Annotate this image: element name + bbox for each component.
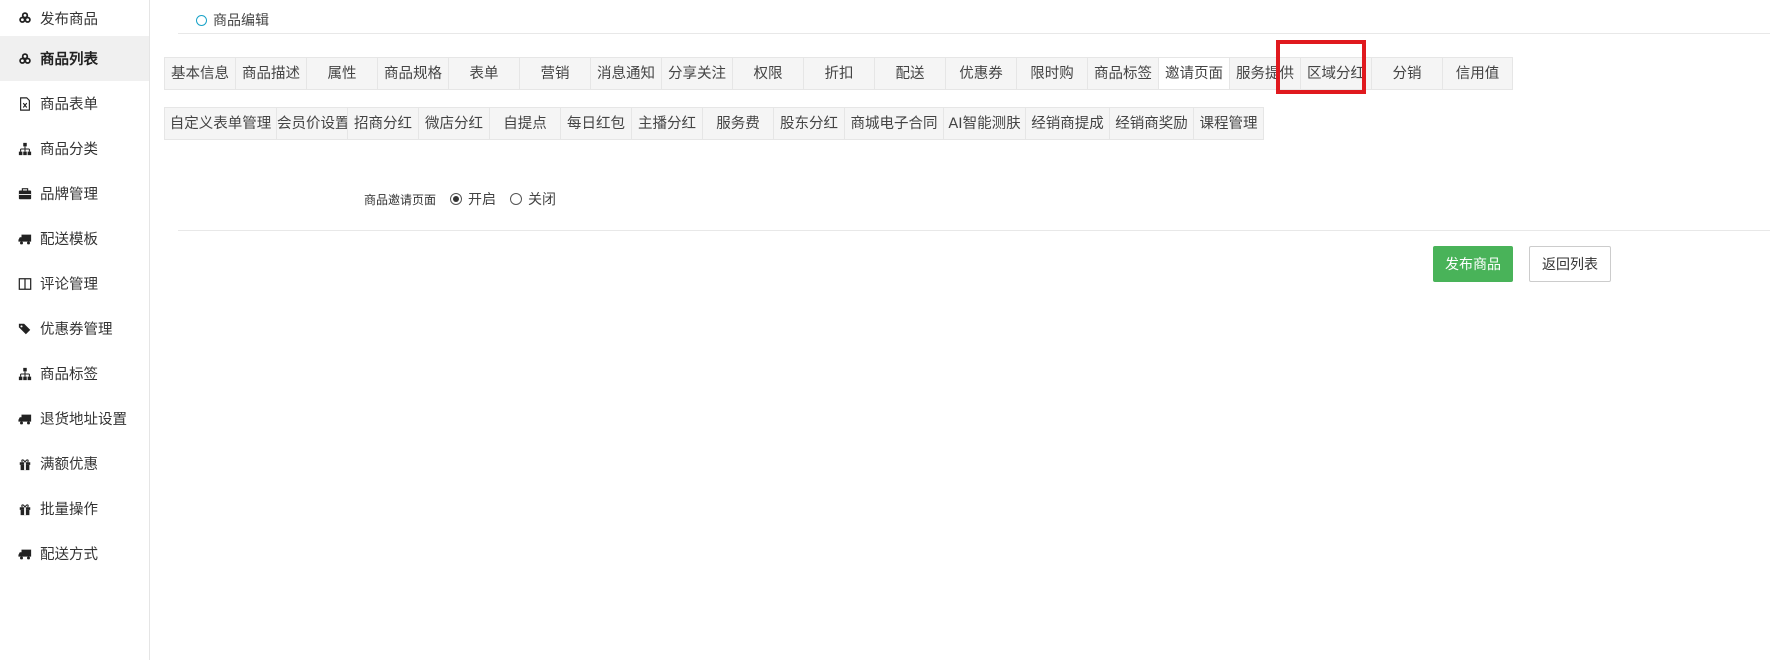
- radio-checked-icon[interactable]: [450, 193, 463, 205]
- sidebar: 发布商品商品列表商品表单商品分类品牌管理配送模板评论管理优惠券管理商品标签退货地…: [0, 0, 150, 660]
- gift-icon: [16, 502, 34, 516]
- sidebar-item-label: 优惠券管理: [40, 322, 113, 338]
- radio-disable[interactable]: 关闭: [510, 189, 556, 209]
- breadcrumb-divider: [178, 33, 1770, 34]
- sidebar-item-label: 退货地址设置: [40, 412, 127, 428]
- tab-tabs_row2-5[interactable]: 每日红包: [560, 107, 631, 140]
- tab-tabs_row2-3[interactable]: 微店分红: [418, 107, 489, 140]
- sidebar-item-label: 商品列表: [40, 52, 98, 68]
- sidebar-item[interactable]: 批量操作: [0, 486, 149, 531]
- sidebar-item[interactable]: 商品表单: [0, 81, 149, 126]
- tab-tabs_row2-1[interactable]: 会员价设置: [276, 107, 350, 140]
- file-excel-icon: [16, 96, 34, 111]
- tab-tabs_row1-12[interactable]: 限时购: [1016, 57, 1087, 90]
- sidebar-item[interactable]: 商品列表: [0, 36, 149, 81]
- tab-tabs_row1-13[interactable]: 商品标签: [1087, 57, 1158, 90]
- radio-enable[interactable]: 开启: [450, 189, 496, 209]
- sidebar-item[interactable]: 评论管理: [0, 261, 149, 306]
- tab-tabs_row1-4[interactable]: 表单: [448, 57, 519, 90]
- tab-tabs_row1-9[interactable]: 折扣: [803, 57, 874, 90]
- tab-tabs_row2-11[interactable]: 经销商提成: [1025, 107, 1109, 140]
- sidebar-item[interactable]: 商品标签: [0, 351, 149, 396]
- invite-page-label: 商品邀请页面: [364, 192, 437, 207]
- tab-tabs_row2-7[interactable]: 服务费: [702, 107, 773, 140]
- sidebar-item[interactable]: 发布商品: [0, 0, 149, 36]
- sitemap-icon: [16, 142, 34, 156]
- tab-tabs_row2-12[interactable]: 经销商奖励: [1109, 107, 1193, 140]
- tab-tabs_row1-15[interactable]: 服务提供: [1229, 57, 1300, 90]
- sidebar-item-label: 品牌管理: [40, 187, 98, 203]
- sidebar-item[interactable]: 商品分类: [0, 126, 149, 171]
- tab-tabs_row1-1[interactable]: 商品描述: [235, 57, 306, 90]
- tab-tabs_row1-11[interactable]: 优惠券: [945, 57, 1016, 90]
- breadcrumb-label: 商品编辑: [213, 13, 269, 29]
- tab-tabs_row2-13[interactable]: 课程管理: [1193, 107, 1264, 140]
- sidebar-item-label: 配送模板: [40, 232, 98, 248]
- publish-button[interactable]: 发布商品: [1433, 246, 1513, 282]
- sidebar-item-label: 配送方式: [40, 547, 98, 563]
- breadcrumb: 商品编辑: [196, 10, 269, 30]
- gift-icon: [16, 457, 34, 471]
- tab-tabs_row1-8[interactable]: 权限: [732, 57, 803, 90]
- sidebar-item[interactable]: 退货地址设置: [0, 396, 149, 441]
- form-divider: [178, 230, 1770, 231]
- tab-bar-row-1: 基本信息 商品描述 属性 商品规格 表单 营销 消息通知 分享关注 权限 折扣 配送 优惠券 限时购 商品…: [164, 57, 1513, 90]
- main-content: 商品编辑 基本信息 商品描述 属性 商品规格 表单 营销 消息通知 分享关注 权限 折扣 配送 优惠券…: [150, 0, 1770, 660]
- columns-icon: [16, 277, 34, 291]
- sidebar-item[interactable]: 配送模板: [0, 216, 149, 261]
- tab-tabs_row1-18[interactable]: 信用值: [1442, 57, 1513, 90]
- tab-tabs_row1-17[interactable]: 分销: [1371, 57, 1442, 90]
- tab-bar-row-2: 自定义表单管理 会员价设置 招商分红 微店分红 自提点 每日红包 主播分红 服务费 股东分红 商城…: [164, 107, 1264, 140]
- radio-enable-label: 开启: [468, 192, 497, 208]
- truck-icon: [16, 547, 34, 561]
- sidebar-item-label: 商品表单: [40, 97, 98, 113]
- tab-tabs_row1-6[interactable]: 消息通知: [590, 57, 661, 90]
- radio-disable-label: 关闭: [528, 192, 557, 208]
- tab-tabs_row2-9[interactable]: 商城电子合同: [844, 107, 943, 140]
- tab-tabs_row2-4[interactable]: 自提点: [489, 107, 560, 140]
- circle-icon: [196, 14, 207, 26]
- sidebar-item[interactable]: 品牌管理: [0, 171, 149, 216]
- tab-tabs_row2-0[interactable]: 自定义表单管理: [164, 107, 276, 140]
- tab-tabs_row1-5[interactable]: 营销: [519, 57, 590, 90]
- tab-tabs_row2-10[interactable]: AI智能测肤: [943, 107, 1025, 140]
- tab-tabs_row2-6[interactable]: 主播分红: [631, 107, 702, 140]
- tab-tabs_row1-3[interactable]: 商品规格: [377, 57, 448, 90]
- sidebar-item-label: 评论管理: [40, 277, 98, 293]
- sidebar-item-label: 满额优惠: [40, 457, 98, 473]
- tab-tabs_row1-0[interactable]: 基本信息: [164, 57, 235, 90]
- sidebar-item[interactable]: 满额优惠: [0, 441, 149, 486]
- tab-tabs_row1-7[interactable]: 分享关注: [661, 57, 732, 90]
- truck-icon: [16, 412, 34, 426]
- cubes-icon: [16, 11, 34, 25]
- radio-unchecked-icon[interactable]: [510, 193, 523, 205]
- sitemap-icon: [16, 367, 34, 381]
- sidebar-item[interactable]: 配送方式: [0, 531, 149, 576]
- tags-icon: [16, 322, 34, 336]
- briefcase-icon: [16, 187, 34, 201]
- tab-tabs_row2-2[interactable]: 招商分红: [347, 107, 418, 140]
- sidebar-item[interactable]: 优惠券管理: [0, 306, 149, 351]
- tab-tabs_row1-2[interactable]: 属性: [306, 57, 377, 90]
- tab-tabs_row1-16[interactable]: 区域分红: [1300, 57, 1371, 90]
- sidebar-item-label: 商品分类: [40, 142, 98, 158]
- tab-tabs_row2-8[interactable]: 股东分红: [773, 107, 844, 140]
- back-to-list-button[interactable]: 返回列表: [1529, 246, 1611, 282]
- sidebar-item-label: 商品标签: [40, 367, 98, 383]
- tab-tabs_row1-14[interactable]: 邀请页面: [1158, 57, 1229, 90]
- truck-icon: [16, 232, 34, 246]
- sidebar-item-label: 发布商品: [40, 11, 98, 28]
- invite-page-setting: 商品邀请页面 开启 关闭: [364, 189, 570, 209]
- tab-tabs_row1-10[interactable]: 配送: [874, 57, 945, 90]
- sidebar-item-label: 批量操作: [40, 502, 98, 518]
- cubes-icon: [16, 52, 34, 66]
